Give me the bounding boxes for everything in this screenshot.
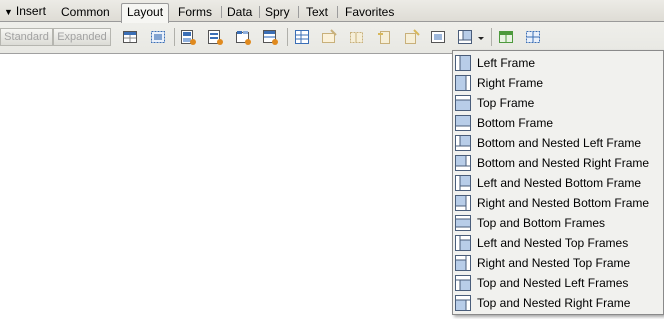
- dropdown-arrow-icon[interactable]: [476, 28, 486, 46]
- menu-item-top-nested-right-frame[interactable]: Top and Nested Right Frame: [453, 293, 663, 313]
- spry-tabbed-panels-icon[interactable]: [234, 28, 252, 46]
- menu-item-label: Left and Nested Bottom Frame: [477, 176, 642, 190]
- table-icon[interactable]: [121, 28, 139, 46]
- tab-divider: [337, 6, 338, 18]
- layout-toolbar: Standard Expanded: [0, 23, 664, 53]
- menu-item-bottom-nested-left-frame[interactable]: Bottom and Nested Left Frame: [453, 133, 663, 153]
- iframe-icon[interactable]: [429, 28, 447, 46]
- menu-item-top-bottom-frames[interactable]: Top and Bottom Frames: [453, 213, 663, 233]
- tab-favorites-label: Favorites: [345, 5, 395, 19]
- right-nested-top-frame-icon: [455, 255, 471, 271]
- bottom-frame-icon: [455, 115, 471, 131]
- layout-mode-icon[interactable]: [497, 28, 515, 46]
- top-nested-left-frames-icon: [455, 275, 471, 291]
- spry-menu-bar-icon[interactable]: [206, 28, 224, 46]
- tab-data[interactable]: Data: [222, 4, 257, 21]
- top-bottom-frames-icon: [455, 215, 471, 231]
- tab-spry-label: Spry: [265, 5, 290, 19]
- toolbar-divider: [287, 28, 288, 46]
- right-frame-icon: [455, 75, 471, 91]
- menu-item-label: Top and Bottom Frames: [477, 216, 606, 230]
- bottom-nested-right-frame-icon: [455, 155, 471, 171]
- menu-item-top-nested-left-frames[interactable]: Top and Nested Left Frames: [453, 273, 663, 293]
- menu-item-top-frame[interactable]: Top Frame: [453, 93, 663, 113]
- right-nested-bottom-frame-icon: [455, 195, 471, 211]
- menu-item-label: Right and Nested Bottom Frame: [477, 196, 650, 210]
- left-nested-bottom-frame-icon: [455, 175, 471, 191]
- menu-item-label: Top and Nested Right Frame: [477, 296, 631, 310]
- menu-item-bottom-frame[interactable]: Bottom Frame: [453, 113, 663, 133]
- menu-item-label: Right Frame: [477, 76, 544, 90]
- tab-forms-label: Forms: [178, 5, 212, 19]
- standard-mode-button[interactable]: Standard: [0, 28, 53, 46]
- layout-table-icon[interactable]: [293, 28, 311, 46]
- menu-item-label: Top and Nested Left Frames: [477, 276, 629, 290]
- menu-item-label: Left Frame: [477, 56, 536, 70]
- top-nested-right-frame-icon: [455, 295, 471, 311]
- bottom-nested-left-frame-icon: [455, 135, 471, 151]
- left-nested-top-frames-icon: [455, 235, 471, 251]
- triangle-down-icon[interactable]: ▼: [4, 7, 13, 17]
- insert-row-icon[interactable]: [403, 28, 421, 46]
- toolbar-divider: [174, 28, 175, 46]
- standard-mode-label: Standard: [4, 31, 49, 43]
- menu-item-left-frame[interactable]: Left Frame: [453, 53, 663, 73]
- insert-panel-title[interactable]: ▼ Insert: [4, 4, 46, 18]
- tab-layout-label: Layout: [127, 5, 164, 19]
- menu-item-right-nested-bottom-frame[interactable]: Right and Nested Bottom Frame: [453, 193, 663, 213]
- menu-item-label: Bottom and Nested Right Frame: [477, 156, 650, 170]
- tab-text[interactable]: Text: [301, 4, 333, 21]
- standard-mode-icon[interactable]: [524, 28, 542, 46]
- tab-text-label: Text: [306, 5, 329, 19]
- tab-favorites[interactable]: Favorites: [340, 4, 399, 21]
- insert-tabstrip: ▼ Insert Common Layout Forms Data Spry Te…: [0, 0, 664, 23]
- insert-row-icon[interactable]: [376, 28, 394, 46]
- tab-spry[interactable]: Spry: [260, 4, 295, 21]
- tab-forms[interactable]: Forms: [173, 4, 217, 21]
- expanded-mode-label: Expanded: [57, 31, 107, 43]
- top-frame-icon: [455, 95, 471, 111]
- menu-item-left-nested-bottom-frame[interactable]: Left and Nested Bottom Frame: [453, 173, 663, 193]
- insert-column-icon[interactable]: [348, 28, 366, 46]
- spry-accordion-icon[interactable]: [261, 28, 279, 46]
- tab-common-label: Common: [61, 5, 110, 19]
- menu-item-right-nested-top-frame[interactable]: Right and Nested Top Frame: [453, 253, 663, 273]
- ruler-dots: [0, 314, 440, 318]
- expanded-mode-button[interactable]: Expanded: [53, 28, 111, 46]
- frames-icon[interactable]: [456, 28, 474, 46]
- draw-layer-icon[interactable]: [149, 28, 167, 46]
- left-frame-icon: [455, 55, 471, 71]
- insert-panel-title-label: Insert: [15, 4, 46, 18]
- tab-divider: [298, 6, 299, 18]
- toolbar-divider: [491, 28, 492, 46]
- menu-item-label: Bottom and Nested Left Frame: [477, 136, 642, 150]
- tab-layout[interactable]: Layout: [121, 3, 170, 23]
- menu-item-label: Top Frame: [477, 96, 535, 110]
- menu-item-left-nested-top-frames[interactable]: Left and Nested Top Frames: [453, 233, 663, 253]
- insert-panel: ▼ Insert Common Layout Forms Data Spry Te…: [0, 0, 664, 54]
- draw-cell-icon[interactable]: [320, 28, 338, 46]
- menu-item-right-frame[interactable]: Right Frame: [453, 73, 663, 93]
- tab-data-label: Data: [227, 5, 253, 19]
- menu-item-label: Left and Nested Top Frames: [477, 236, 629, 250]
- frames-dropdown-menu: Left Frame Right Frame Top Frame Bottom …: [452, 50, 664, 315]
- insert-div-tag-icon[interactable]: [179, 28, 197, 46]
- menu-item-label: Bottom Frame: [477, 116, 554, 130]
- menu-item-label: Right and Nested Top Frame: [477, 256, 631, 270]
- tab-common[interactable]: Common: [56, 4, 115, 21]
- menu-item-bottom-nested-right-frame[interactable]: Bottom and Nested Right Frame: [453, 153, 663, 173]
